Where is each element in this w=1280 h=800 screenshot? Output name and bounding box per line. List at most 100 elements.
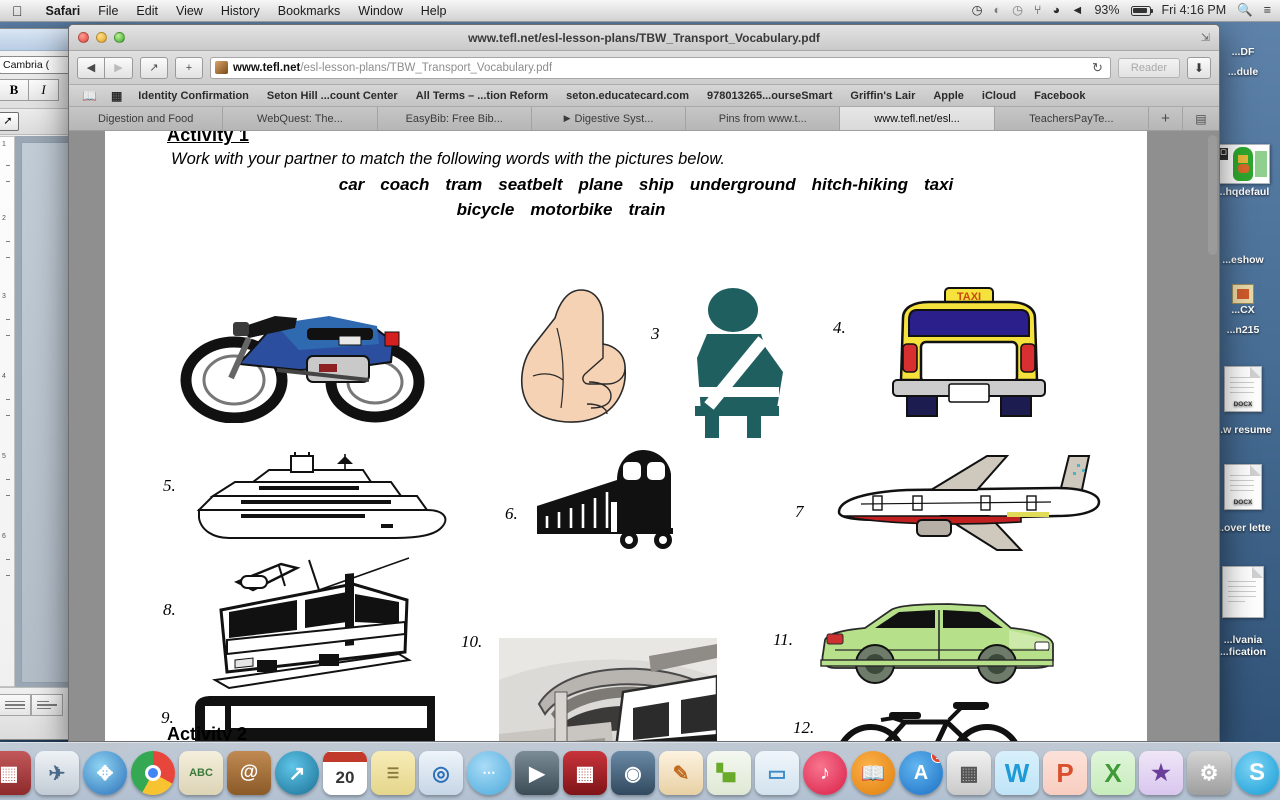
bookmark-item-5[interactable]: Griffin's Lair [841,90,924,102]
bookmarks-sidebar-icon[interactable]: 📖 [75,89,104,103]
dock-item-mission-control[interactable]: ▦ [0,751,31,795]
pdf-scrollbar[interactable] [1208,135,1217,737]
new-tab-button[interactable]: + [175,56,203,79]
bluetooth-icon[interactable]: ⑂ [1034,4,1042,17]
new-tab-plus-button[interactable]: + [1148,107,1183,130]
dock-item-facetime[interactable]: ▶ [515,751,559,795]
dock-item-scanner[interactable]: ▦ [947,751,991,795]
tab-digestion-and-food[interactable]: Digestion and Food [69,107,224,130]
bookmark-item-8[interactable]: Facebook [1025,90,1094,102]
menu-item-file[interactable]: File [89,4,127,18]
forward-arrow-icon[interactable]: ▶ [105,56,133,79]
url-path: /esl-lesson-plans/TBW_Transport_Vocabula… [300,61,553,74]
dock-item-numbers[interactable]: ▚▖ [707,751,751,795]
dock-item-app-store[interactable]: A1 [899,751,943,795]
notification-center-icon[interactable]: ≡ [1264,4,1271,17]
dock-item-image-capture[interactable]: ◉ [611,751,655,795]
download-icon[interactable]: ⬇ [1187,56,1211,79]
dock-item-dictionary[interactable]: ABC [179,751,223,795]
italic-button[interactable]: I [29,79,59,101]
bookmark-item-4[interactable]: 978013265...ourseSmart [698,90,841,102]
dock-item-calendar[interactable]: 20 [323,751,367,795]
address-bar[interactable]: www.tefl.net/esl-lesson-plans/TBW_Transp… [210,56,1111,79]
top-sites-icon[interactable]: ▦ [104,89,129,103]
pdf-viewer[interactable]: Activity 1 Work with your partner to mat… [69,131,1219,741]
cruise-ship-icon [196,452,447,539]
view-print-layout-button[interactable] [0,694,31,716]
pdf-scrollbar-thumb[interactable] [1208,135,1217,255]
word-tram: tram [445,175,483,194]
bold-button[interactable]: B [0,79,29,101]
plane-icon [837,455,1101,551]
tab-tefl-net[interactable]: www.tefl.net/esl... [840,107,995,130]
share-icon[interactable]: ↗ [140,56,168,79]
menu-item-view[interactable]: View [167,4,212,18]
bookmark-item-1[interactable]: Seton Hill ...count Center [258,90,407,102]
clock-check-icon[interactable]: ◷ [972,4,983,17]
bookmark-item-3[interactable]: seton.educatecard.com [557,90,698,102]
time-machine-icon[interactable]: ◷ [1012,4,1023,17]
dock-item-contacts[interactable]: @ [227,751,271,795]
dock-item-microsoft-powerpoint[interactable]: P [1043,751,1087,795]
dock-item-ibooks[interactable]: 📖 [851,751,895,795]
menu-item-help[interactable]: Help [412,4,456,18]
search-icon[interactable]: 🔍 [1237,4,1253,17]
dock-item-microsoft-excel[interactable]: X [1091,751,1135,795]
tab-easybib[interactable]: EasyBib: Free Bib... [377,107,532,130]
reload-icon[interactable]: ↻ [1089,60,1106,76]
apple-icon[interactable]:  [12,4,23,18]
dock-item-mail[interactable]: ✈ [35,751,79,795]
dock-item-messages[interactable]: ⋯ [467,751,511,795]
activity2-heading: Activity 2 [167,724,248,741]
menu-item-safari[interactable]: Safari [37,4,90,18]
paste-options-icon[interactable]: ➚ [0,112,19,131]
audio-playing-icon[interactable]: ▶ [564,113,571,124]
bicycle-icon [840,702,1018,741]
dock-item-photo-booth[interactable]: ▦ [563,751,607,795]
tab-digestive-system[interactable]: ▶ Digestive Syst... [531,107,687,130]
dock-item-keynote[interactable]: ▭ [755,751,799,795]
bookmark-item-6[interactable]: Apple [924,90,973,102]
dock-item-microsoft-word[interactable]: W [995,751,1039,795]
dock-item-pages[interactable]: ✎ [659,751,703,795]
menu-item-window[interactable]: Window [349,4,411,18]
tab-label: Digestion and Food [97,112,194,125]
dock-item-stocks[interactable]: ↗ [275,751,319,795]
dock-item-skype[interactable]: S [1235,751,1279,795]
tab-webquest[interactable]: WebQuest: The... [223,107,378,130]
bookmark-item-7[interactable]: iCloud [973,90,1025,102]
volume-icon[interactable]: ◄ [1071,4,1083,17]
seatbelt-icon [695,288,783,438]
dock-item-chrome[interactable] [131,751,175,795]
tab-teacherspayteachers[interactable]: TeachersPayTe... [994,107,1149,130]
tab-label: EasyBib: Free Bib... [405,112,503,125]
back-arrow-icon[interactable]: ◀ [77,56,105,79]
bookmark-item-0[interactable]: Identity Confirmation [129,90,258,102]
dock-item-safari[interactable]: ✥ [83,751,127,795]
app-store-badge: 1 [931,751,943,763]
vertical-ruler: 1 2 3 4 5 6 [0,136,15,687]
safari-window[interactable]: www.tefl.net/esl-lesson-plans/TBW_Transp… [68,24,1220,742]
picture-taxi: TAXI [873,284,1063,429]
tab-overview-icon[interactable]: ▤ [1182,107,1219,130]
tram-icon [211,557,412,690]
menu-item-edit[interactable]: Edit [127,4,167,18]
view-outline-button[interactable] [31,694,63,716]
battery-icon[interactable] [1130,5,1153,16]
tab-label: WebQuest: The... [257,112,343,125]
dock-item-itunes[interactable]: ♪ [803,751,847,795]
menu-item-bookmarks[interactable]: Bookmarks [269,4,350,18]
activity-icon[interactable]: ◐ [994,4,1002,17]
tab-label: TeachersPayTe... [1029,112,1114,125]
reader-button[interactable]: Reader [1117,57,1180,78]
picture-bicycle [831,698,1027,741]
dock-item-system-preferences[interactable]: ⚙ [1187,751,1231,795]
bookmark-item-2[interactable]: All Terms – ...tion Reform [407,90,557,102]
dock-item-notes[interactable]: ☰ [371,751,415,795]
wifi-icon[interactable]: ◕ [1053,4,1061,17]
menu-item-history[interactable]: History [212,4,269,18]
tab-pins-from-www[interactable]: Pins from www.t... [686,107,841,130]
dock-item-maps[interactable]: ◎ [419,751,463,795]
clock-label[interactable]: Fri 4:16 PM [1162,4,1227,17]
dock-item-imovie[interactable]: ★ [1139,751,1183,795]
